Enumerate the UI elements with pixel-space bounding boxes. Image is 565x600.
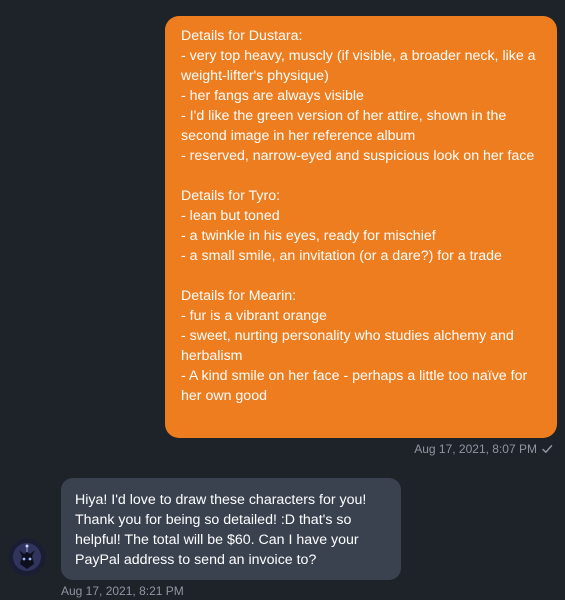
incoming-message-timestamp: Aug 17, 2021, 8:21 PM bbox=[61, 584, 184, 598]
outgoing-message-bubble[interactable]: Details for Dustara: - very top heavy, m… bbox=[165, 16, 557, 438]
incoming-message-bubble[interactable]: Hiya! I'd love to draw these characters … bbox=[61, 478, 401, 580]
wolf-avatar-icon[interactable] bbox=[8, 538, 46, 576]
checkmark-icon bbox=[541, 443, 553, 455]
outgoing-message-timestamp: Aug 17, 2021, 8:07 PM bbox=[414, 442, 537, 456]
outgoing-message-meta: Aug 17, 2021, 8:07 PM bbox=[414, 442, 553, 456]
message-thread: Details for Dustara: - very top heavy, m… bbox=[0, 0, 565, 600]
